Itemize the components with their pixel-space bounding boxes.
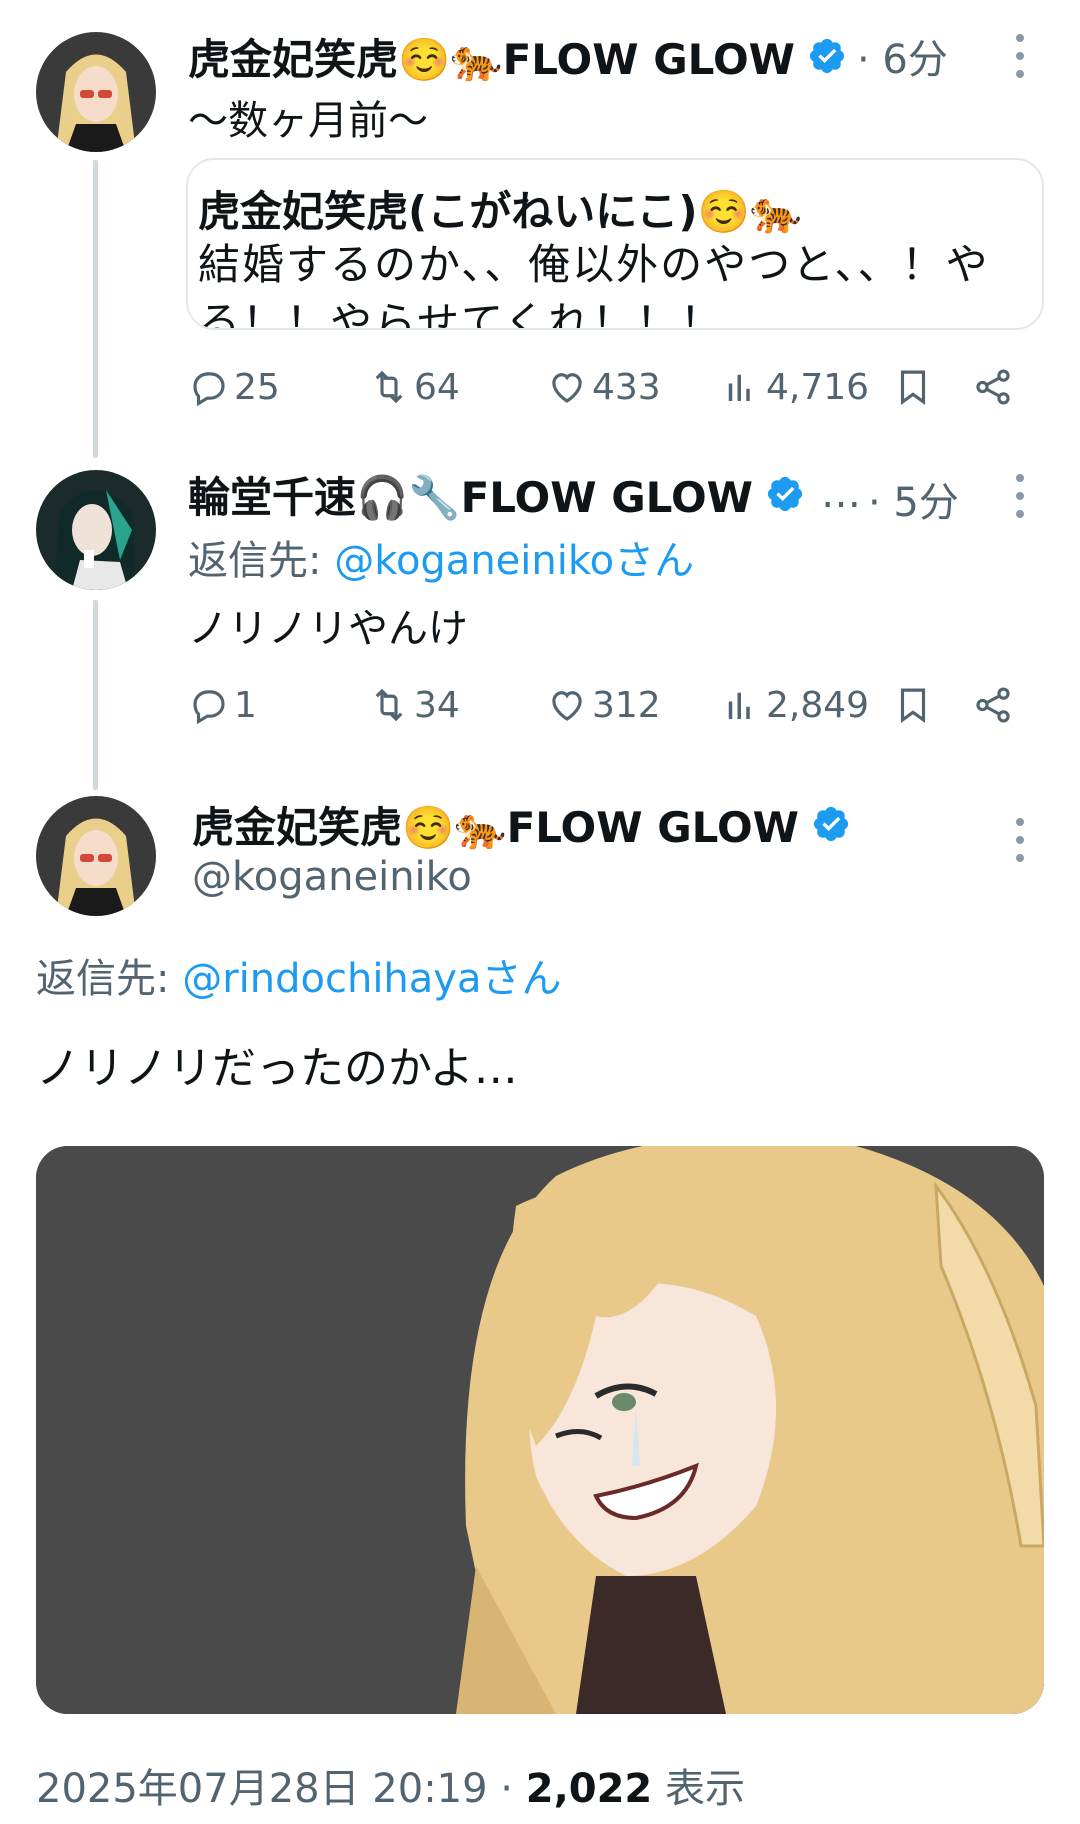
reply-count: 1 (234, 684, 257, 726)
views-icon (728, 692, 750, 719)
tweet-time[interactable]: · 5分 (868, 470, 959, 528)
name-truncation: … (820, 471, 861, 517)
user-handle[interactable]: @koganeiniko (192, 854, 472, 900)
like-count: 433 (592, 366, 661, 408)
tweet-header: 虎金妃笑虎☺️🐅FLOW GLOW · 6分 (188, 28, 948, 84)
tweet-text: 〜数ヶ月前〜 (188, 98, 428, 144)
avatar[interactable] (36, 796, 156, 916)
retweet-button[interactable]: 34 (368, 680, 460, 730)
retweet-button[interactable]: 64 (368, 362, 460, 412)
view-count: 2,022 (525, 1766, 653, 1812)
tweet-timestamp[interactable]: 2025年07月28日 20:19 · (36, 1766, 526, 1812)
reply-handle-link[interactable]: @rindochihayaさん (182, 956, 561, 1002)
retweet-count: 64 (414, 366, 460, 408)
reply-count: 25 (234, 366, 280, 408)
tweet-header: 虎金妃笑虎☺️🐅FLOW GLOW (192, 796, 851, 852)
views-button[interactable]: 2,849 (720, 680, 869, 730)
display-name[interactable]: 虎金妃笑虎☺️🐅FLOW GLOW (188, 26, 795, 87)
thread-connector (93, 600, 98, 790)
quoted-tweet[interactable]: 虎金妃笑虎(こがねいにこ)☺️🐅 結婚するのか、、俺以外のやつと、、！やる！！や… (186, 158, 1044, 330)
reply-button[interactable]: 1 (188, 680, 257, 730)
display-name[interactable]: 虎金妃笑虎☺️🐅FLOW GLOW (192, 794, 799, 855)
tweet-text: ノリノリやんけ (188, 606, 468, 652)
reply-context: 返信先: @rindochihayaさん (36, 946, 561, 1004)
thread-connector (93, 160, 98, 458)
views-icon (728, 374, 750, 401)
tweet-header: 輪堂千速🎧🔧FLOW GLOW … (188, 466, 861, 522)
tweet-actions: 1 34 312 2,849 (188, 680, 1048, 730)
tweet-meta-footer: 2025年07月28日 20:19 · 2,022 表示 (36, 1756, 745, 1814)
avatar[interactable] (36, 470, 156, 590)
verified-badge-icon (765, 474, 805, 514)
like-count: 312 (592, 684, 661, 726)
reply-context: 返信先: @koganeinikoさん (188, 528, 694, 586)
reply-prefix: 返信先: (36, 956, 183, 1002)
reply-icon (193, 372, 225, 407)
bookmark-button[interactable] (892, 680, 934, 730)
like-button[interactable]: 433 (546, 362, 661, 412)
views-button[interactable]: 4,716 (720, 362, 869, 412)
more-options-icon[interactable] (1010, 34, 1030, 78)
quoted-display-name: 虎金妃笑虎(こがねいにこ)☺️🐅 (198, 187, 803, 236)
more-options-icon[interactable] (1010, 818, 1030, 862)
reply-handle-link[interactable]: @koganeinikoさん (334, 538, 694, 584)
retweet-icon (375, 688, 403, 722)
heart-icon (552, 373, 582, 403)
tweet-actions: 25 64 433 4,716 (188, 362, 1048, 412)
views-label: 表示 (652, 1766, 745, 1812)
bookmark-icon (900, 370, 926, 405)
share-icon (976, 369, 1010, 405)
more-options-icon[interactable] (1010, 474, 1030, 518)
heart-icon (552, 691, 582, 721)
verified-badge-icon (811, 804, 851, 844)
reply-icon (193, 690, 225, 725)
retweet-icon (375, 370, 403, 404)
avatar[interactable] (36, 32, 156, 152)
share-icon (976, 687, 1010, 723)
display-name[interactable]: 輪堂千速🎧🔧FLOW GLOW (188, 464, 753, 525)
reply-prefix: 返信先: (188, 538, 335, 584)
view-count: 2,849 (766, 684, 870, 726)
bookmark-icon (900, 688, 926, 723)
attached-image[interactable] (36, 1146, 1044, 1714)
retweet-count: 34 (414, 684, 460, 726)
like-button[interactable]: 312 (546, 680, 661, 730)
share-button[interactable] (972, 362, 1014, 412)
quoted-text: 結婚するのか、、俺以外のやつと、、！やる！！やらせてくれ！！！ (198, 240, 990, 330)
tweet-time[interactable]: · 6分 (857, 27, 948, 85)
bookmark-button[interactable] (892, 362, 934, 412)
reply-button[interactable]: 25 (188, 362, 280, 412)
view-count: 4,716 (766, 366, 870, 408)
verified-badge-icon (807, 36, 847, 76)
tweet-text: ノリノリだったのかよ… (36, 1043, 518, 1094)
share-button[interactable] (972, 680, 1014, 730)
